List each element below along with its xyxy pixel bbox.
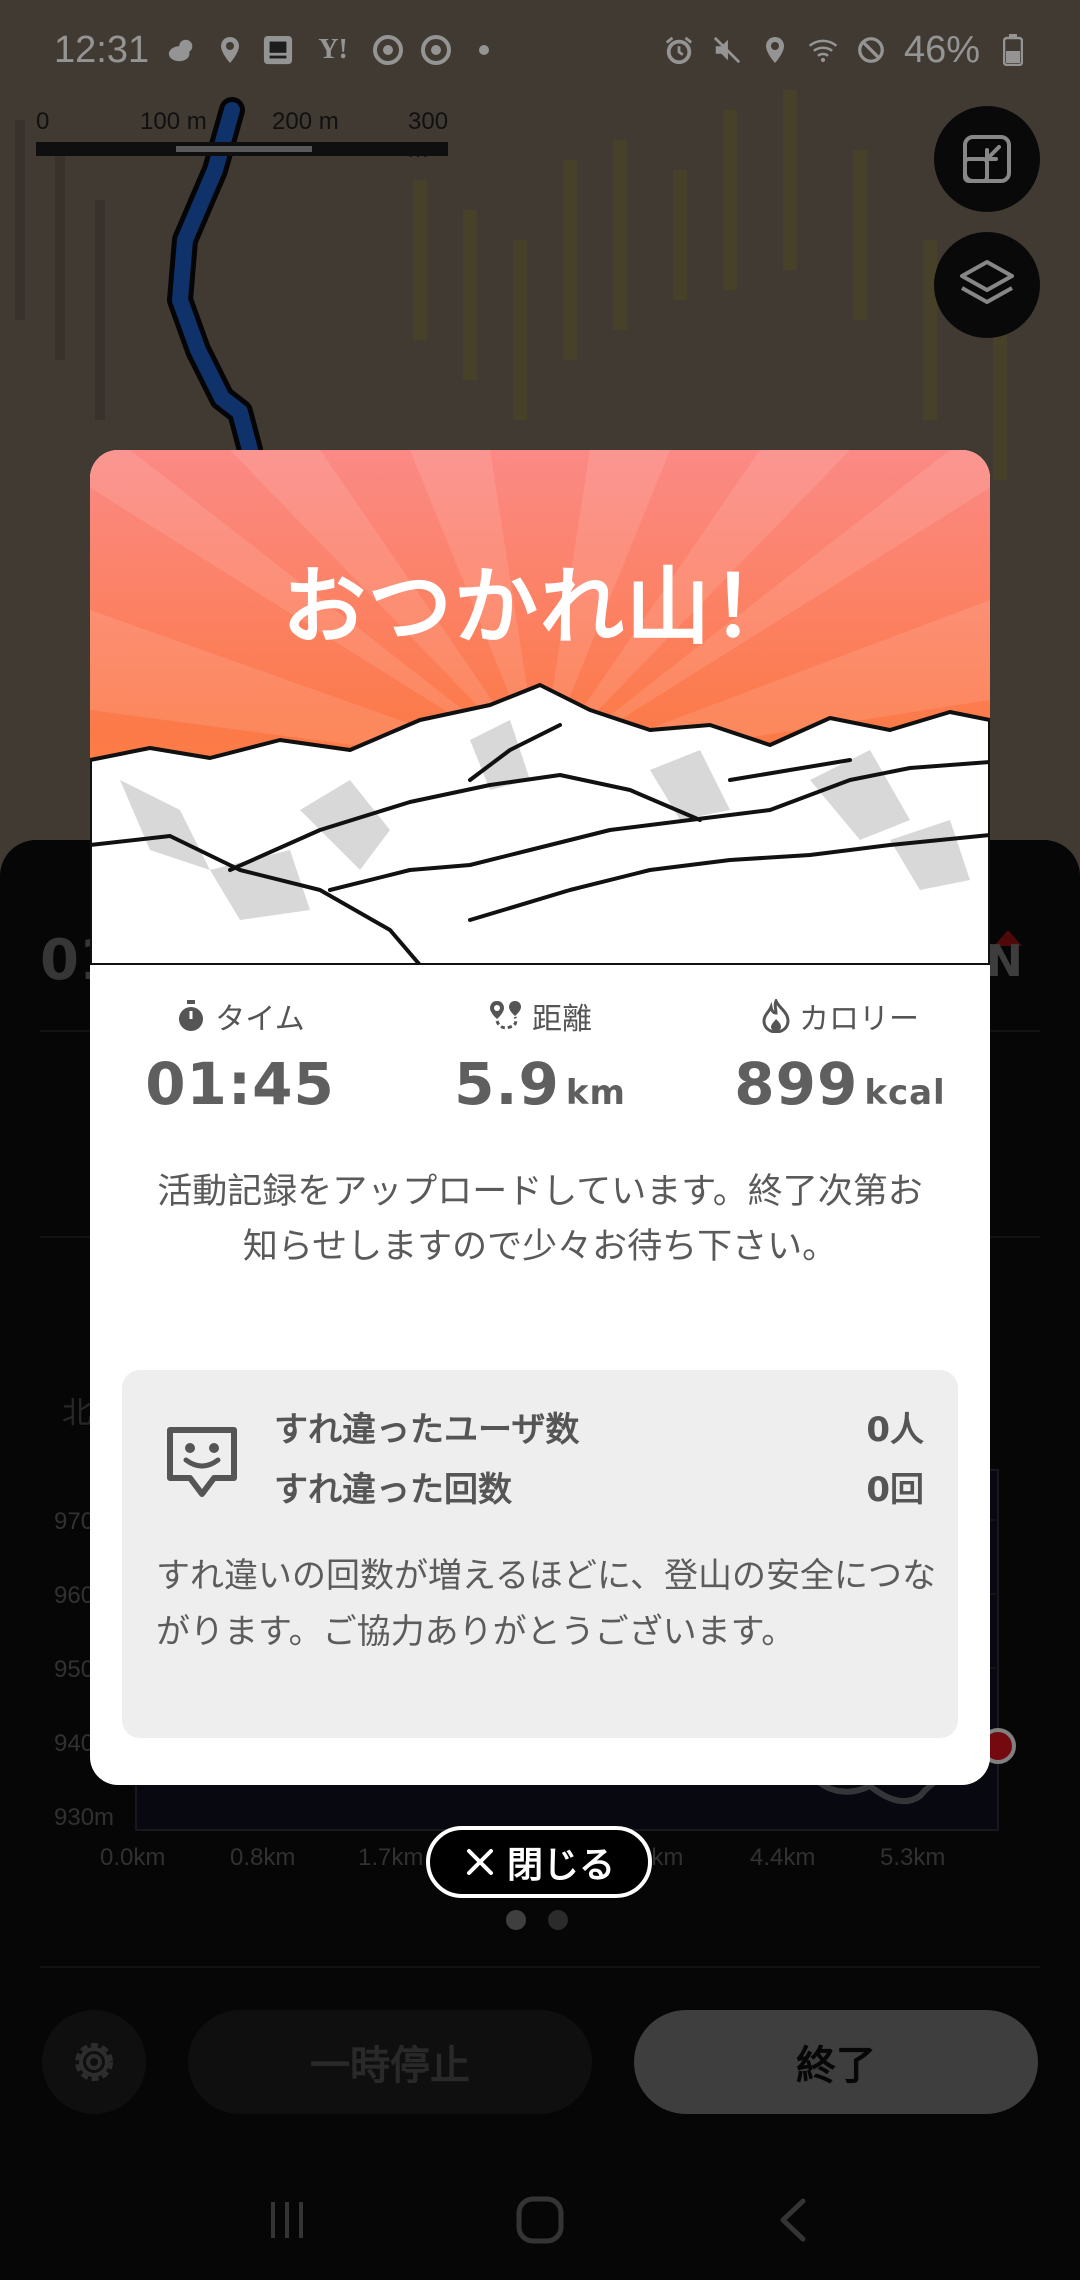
passing-users-value: 0人: [866, 1410, 924, 1450]
pager-dot[interactable]: [548, 1910, 568, 1930]
x-tick: 0.8km: [230, 1844, 296, 1871]
modal-title: おつかれ山！: [281, 558, 798, 656]
passing-count-value: 0回: [866, 1470, 924, 1510]
map-scale: 0 100 m 200 m 300 m: [36, 108, 456, 163]
upload-status-message: 活動記録をアップロードしています。終了次第お知らせしますので少々お待ち下さい。: [157, 1172, 923, 1267]
activity-stats: タイム 01:45 距離 5.9 km カロリー 899 kcal: [90, 996, 990, 1126]
stat-distance: 距離 5.9 km: [390, 996, 690, 1118]
wifi-icon: [808, 35, 838, 65]
stat-time-label: タイム: [215, 1002, 305, 1037]
close-button[interactable]: 閉じる: [426, 1826, 652, 1898]
summit-summary-modal: おつかれ山！ タイム 01:45 距離 5.9 km カロリー 899 kcal…: [90, 450, 990, 1785]
passing-count-label: すれ違った回数: [274, 1470, 512, 1510]
scale-bar: [36, 142, 448, 156]
settings-button[interactable]: [42, 2010, 146, 2114]
pause-button[interactable]: 一時停止: [188, 2010, 592, 2114]
direction-label-peek: 北: [62, 1396, 92, 1431]
chrome-icon: [373, 35, 404, 65]
back-icon: [780, 2198, 806, 2242]
passing-description: すれ違いの回数が増えるほどに、登山の安全につながります。ご協力ありがとうございま…: [156, 1556, 936, 1652]
passing-users-row: すれ違ったユーザ数 0人: [274, 1402, 924, 1451]
stopwatch-icon: [179, 1000, 204, 1031]
stat-distance-unit: km: [565, 1073, 626, 1113]
stat-time-value: 01:45: [145, 1050, 335, 1118]
route-pin-icon: [490, 1001, 521, 1030]
dnd-icon: [856, 35, 886, 65]
scale-label-200: 200 m: [272, 108, 339, 135]
stat-time: タイム 01:45: [90, 996, 390, 1118]
stat-calories-unit: kcal: [864, 1073, 946, 1113]
stat-distance-value: 5.9: [454, 1050, 560, 1118]
cloud-sun-icon: [167, 35, 197, 65]
recenter-icon: [963, 135, 1011, 183]
recenter-button[interactable]: [934, 106, 1040, 212]
alarm-icon: [664, 35, 694, 65]
scale-label-100: 100 m: [140, 108, 207, 135]
battery-percent: 46%: [903, 28, 980, 71]
home-button[interactable]: [500, 2180, 580, 2260]
gear-icon: [75, 2043, 113, 2081]
stat-distance-label: 距離: [532, 1002, 592, 1037]
passing-info-box: すれ違ったユーザ数 0人 すれ違った回数 0回 すれ違いの回数が増えるほどに、登…: [122, 1370, 958, 1738]
yahoo-icon: Y!: [318, 34, 348, 65]
close-button-label: 閉じる: [506, 1845, 615, 1886]
layers-button[interactable]: [934, 232, 1040, 338]
scale-label-0: 0: [36, 108, 50, 135]
recent-apps-button[interactable]: [247, 2180, 327, 2260]
x-tick: 1.7km: [358, 1844, 424, 1871]
mute-icon: [712, 35, 742, 65]
pager-dot-active[interactable]: [506, 1910, 526, 1930]
compass-label: N: [986, 936, 1023, 987]
passing-users-label: すれ違ったユーザ数: [274, 1410, 580, 1450]
recent-apps-icon: [270, 2202, 303, 2238]
x-tick: 0.0km: [100, 1844, 166, 1871]
status-bar: 12:31 Y! 46%: [0, 0, 1080, 100]
end-button[interactable]: 終了: [634, 2010, 1038, 2114]
news-app-icon: [263, 35, 293, 65]
stat-calories-label: カロリー: [799, 1002, 919, 1037]
passing-count-row: すれ違った回数 0回: [274, 1462, 924, 1511]
system-nav-bar: [0, 2160, 1080, 2280]
close-icon: [466, 1849, 493, 1875]
flame-icon: [762, 999, 790, 1033]
layers-icon: [960, 260, 1014, 304]
x-tick: 5.3km: [880, 1844, 946, 1871]
location-icon: [215, 35, 245, 65]
back-button[interactable]: [753, 2180, 833, 2260]
location-icon: [760, 35, 790, 65]
stat-calories: カロリー 899 kcal: [690, 996, 990, 1118]
battery-icon: [998, 34, 1028, 66]
x-tick: 4.4km: [750, 1844, 816, 1871]
stat-calories-value: 899: [734, 1050, 859, 1118]
status-time: 12:31: [54, 28, 150, 71]
home-icon: [516, 2196, 564, 2244]
chrome-icon: [421, 35, 452, 65]
controls-divider: [40, 1966, 1040, 1968]
y-tick: 930m: [54, 1804, 115, 1831]
mountain-hero-illustration: [90, 450, 990, 965]
dot-icon: [469, 35, 499, 65]
chat-face-icon: [167, 1427, 237, 1497]
pager-dots: [506, 1910, 568, 1930]
